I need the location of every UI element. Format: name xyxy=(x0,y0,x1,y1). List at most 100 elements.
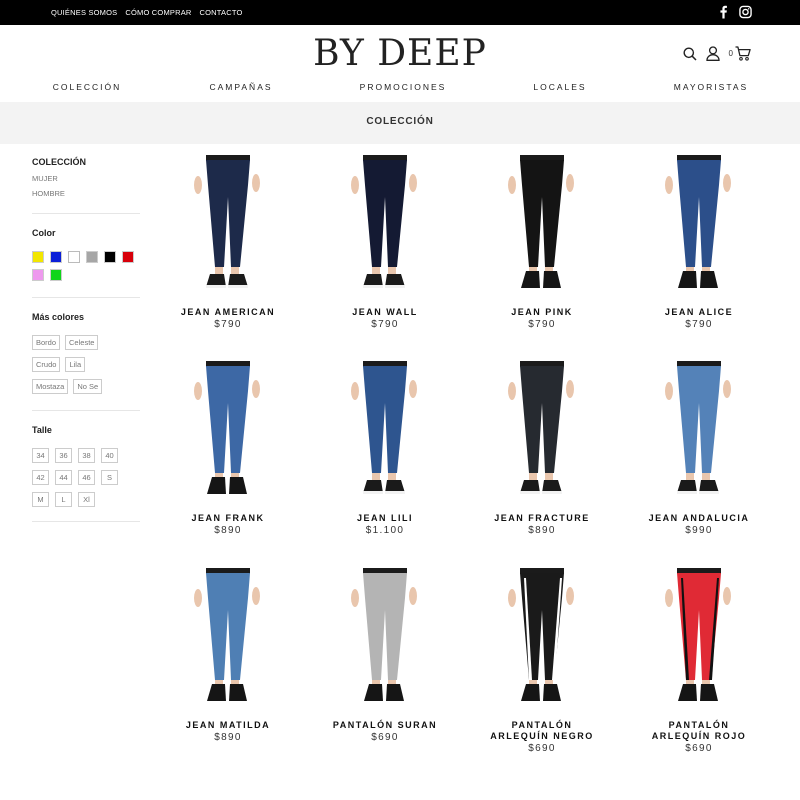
nav-promociones[interactable]: PROMOCIONES xyxy=(360,82,447,92)
user-icon[interactable] xyxy=(705,46,720,61)
product-image[interactable] xyxy=(168,155,288,295)
size-option[interactable]: 36 xyxy=(55,448,72,463)
nav-campanas[interactable]: CAMPAÑAS xyxy=(209,82,272,92)
product-price: $790 xyxy=(214,319,242,330)
product-image[interactable] xyxy=(482,155,602,295)
color-swatch[interactable] xyxy=(122,251,134,263)
color-swatch[interactable] xyxy=(86,251,98,263)
product-image[interactable] xyxy=(482,361,602,501)
product-price: $1.100 xyxy=(365,525,405,536)
divider xyxy=(32,521,140,522)
size-option[interactable]: 44 xyxy=(55,470,72,485)
product-image[interactable] xyxy=(639,155,759,295)
nav-coleccion[interactable]: COLECCIÓN xyxy=(53,82,122,92)
product-price: $690 xyxy=(685,743,713,754)
product-card[interactable]: JEAN LILI $1.100 xyxy=(307,361,463,536)
size-option[interactable]: Xl xyxy=(78,492,95,507)
color-swatches xyxy=(32,251,140,281)
product-price: $990 xyxy=(685,525,713,536)
product-card[interactable]: JEAN PINK $790 xyxy=(464,155,620,330)
color-swatch[interactable] xyxy=(68,251,80,263)
divider xyxy=(32,410,140,411)
product-card[interactable]: JEAN ANDALUCIA $990 xyxy=(621,361,777,536)
size-option[interactable]: 46 xyxy=(78,470,95,485)
page-title-bar: COLECCIÓN xyxy=(0,102,800,144)
product-name[interactable]: JEAN FRANK xyxy=(150,513,306,524)
product-name[interactable]: JEAN AMERICAN xyxy=(150,307,306,318)
product-name[interactable]: PANTALÓN SURAN xyxy=(307,720,463,731)
nav-mayoristas[interactable]: MAYORISTAS xyxy=(674,82,748,92)
filter-link-mujer[interactable]: MUJER xyxy=(32,174,140,183)
divider xyxy=(32,213,140,214)
product-image[interactable] xyxy=(482,568,602,708)
product-name[interactable]: JEAN ALICE xyxy=(621,307,777,318)
cart-count: 0 xyxy=(728,49,733,58)
main-nav: COLECCIÓN CAMPAÑAS PROMOCIONES LOCALES M… xyxy=(0,82,800,94)
color-swatch[interactable] xyxy=(104,251,116,263)
top-links: QUIÉNES SOMOS CÓMO COMPRAR CONTACTO xyxy=(51,0,243,25)
size-option[interactable]: 34 xyxy=(32,448,49,463)
product-card[interactable]: PANTALÓN ARLEQUÍN ROJO $690 xyxy=(621,568,777,754)
size-list: 34 36 38 40 42 44 46 S M L Xl xyxy=(32,448,132,507)
size-option[interactable]: 42 xyxy=(32,470,49,485)
product-card[interactable]: JEAN ALICE $790 xyxy=(621,155,777,330)
more-color-option[interactable]: Bordo xyxy=(32,335,61,350)
size-option[interactable]: L xyxy=(55,492,72,507)
product-name[interactable]: JEAN ANDALUCIA xyxy=(621,513,777,524)
search-icon[interactable] xyxy=(683,47,697,61)
product-price: $890 xyxy=(528,525,556,536)
filter-link-hombre[interactable]: HOMBRE xyxy=(32,189,140,198)
brand-logo[interactable]: BY DEEP xyxy=(0,33,800,74)
product-name[interactable]: JEAN WALL xyxy=(307,307,463,318)
instagram-icon[interactable] xyxy=(739,5,752,19)
product-image[interactable] xyxy=(639,361,759,501)
color-swatch[interactable] xyxy=(50,251,62,263)
filter-color-title: Color xyxy=(32,228,56,238)
product-price: $790 xyxy=(685,319,713,330)
more-color-option[interactable]: Mostaza xyxy=(32,379,69,394)
product-card[interactable]: JEAN WALL $790 xyxy=(307,155,463,330)
product-image[interactable] xyxy=(325,568,445,708)
filter-sidebar: COLECCIÓN MUJER HOMBRE Color Más colores… xyxy=(32,157,140,522)
product-image[interactable] xyxy=(325,361,445,501)
product-card[interactable]: PANTALÓN SURAN $690 xyxy=(307,568,463,743)
color-swatch[interactable] xyxy=(50,269,62,281)
size-option[interactable]: S xyxy=(101,470,118,485)
size-option[interactable]: 40 xyxy=(101,448,118,463)
nav-locales[interactable]: LOCALES xyxy=(533,82,586,92)
facebook-icon[interactable] xyxy=(717,5,730,19)
page-title: COLECCIÓN xyxy=(366,116,434,127)
product-name[interactable]: JEAN MATILDA xyxy=(150,720,306,731)
product-price: $790 xyxy=(371,319,399,330)
product-card[interactable]: JEAN AMERICAN $790 xyxy=(150,155,306,330)
product-card[interactable]: JEAN MATILDA $890 xyxy=(150,568,306,743)
product-image[interactable] xyxy=(325,155,445,295)
top-bar: QUIÉNES SOMOS CÓMO COMPRAR CONTACTO xyxy=(0,0,800,25)
product-name[interactable]: JEAN PINK xyxy=(464,307,620,318)
more-color-option[interactable]: Lila xyxy=(65,357,86,372)
product-card[interactable]: PANTALÓN ARLEQUÍN NEGRO $690 xyxy=(464,568,620,754)
top-link-quienes-somos[interactable]: QUIÉNES SOMOS xyxy=(51,8,117,17)
product-image[interactable] xyxy=(639,568,759,708)
product-price: $690 xyxy=(528,743,556,754)
product-name[interactable]: PANTALÓN ARLEQUÍN ROJO xyxy=(639,720,759,742)
product-name[interactable]: JEAN LILI xyxy=(307,513,463,524)
more-colors-list: Bordo Celeste Crudo Lila Mostaza No Se xyxy=(32,335,112,394)
more-color-option[interactable]: Crudo xyxy=(32,357,61,372)
product-image[interactable] xyxy=(168,568,288,708)
more-color-option[interactable]: No Se xyxy=(73,379,103,394)
size-option[interactable]: 38 xyxy=(78,448,95,463)
product-name[interactable]: PANTALÓN ARLEQUÍN NEGRO xyxy=(482,720,602,742)
top-link-contacto[interactable]: CONTACTO xyxy=(200,8,243,17)
product-card[interactable]: JEAN FRACTURE $890 xyxy=(464,361,620,536)
top-link-como-comprar[interactable]: CÓMO COMPRAR xyxy=(125,8,191,17)
more-color-option[interactable]: Celeste xyxy=(65,335,99,350)
color-swatch[interactable] xyxy=(32,251,44,263)
cart-button[interactable]: 0 xyxy=(729,46,751,61)
color-swatch[interactable] xyxy=(32,269,44,281)
size-option[interactable]: M xyxy=(32,492,49,507)
divider xyxy=(32,297,140,298)
product-card[interactable]: JEAN FRANK $890 xyxy=(150,361,306,536)
product-name[interactable]: JEAN FRACTURE xyxy=(464,513,620,524)
product-image[interactable] xyxy=(168,361,288,501)
